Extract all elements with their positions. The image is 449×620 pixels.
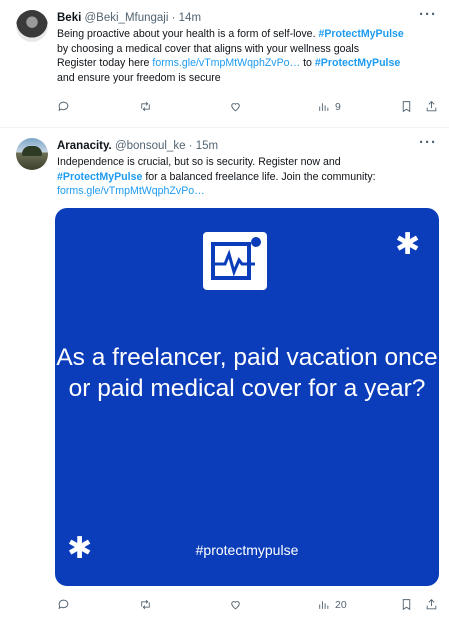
more-dots-icon[interactable]: ··· <box>419 134 437 151</box>
hashtag-link[interactable]: #ProtectMyPulse <box>315 57 400 69</box>
like-button[interactable] <box>229 100 242 113</box>
views-count: 20 <box>335 598 347 611</box>
tweet-text-line: and ensure your freedom is secure <box>57 71 441 86</box>
heart-icon <box>231 103 240 112</box>
views-count: 9 <box>335 100 341 113</box>
tweet-text-line: Register today here forms.gle/vTmpMtWqph… <box>57 56 441 71</box>
avatar[interactable] <box>16 10 48 42</box>
text-segment: Independence is crucial, but so is secur… <box>57 156 341 168</box>
tweet-text: Being proactive about your health is a f… <box>57 27 441 85</box>
more-dots-icon[interactable]: ··· <box>419 6 437 23</box>
tweet-text: Independence is crucial, but so is secur… <box>57 155 441 199</box>
bookmark-icon <box>402 599 411 611</box>
share-button[interactable] <box>425 598 438 611</box>
retweet-icon <box>141 599 150 610</box>
views-button[interactable]: 9 <box>317 100 341 113</box>
heartbeat-icon <box>211 242 255 280</box>
card-headline: As a freelancer, paid vacation once or p… <box>56 344 438 402</box>
bookmark-button[interactable] <box>400 598 413 611</box>
share-icon <box>426 100 437 112</box>
reply-button[interactable] <box>57 100 70 113</box>
bookmark-icon <box>402 101 411 113</box>
asterisk-icon: ✱ <box>395 228 421 261</box>
handle[interactable]: @Beki_Mfungaji <box>85 12 169 24</box>
text-segment: for a balanced freelance life. Join the … <box>142 170 376 183</box>
reply-icon <box>58 101 69 112</box>
tweet[interactable]: Aranacity. @bonsoul_ke · 15m ··· Indepen… <box>0 128 449 620</box>
bookmark-button[interactable] <box>400 100 413 113</box>
url-link[interactable]: forms.gle/vTmpMtWqphZvPo… <box>152 57 300 69</box>
avatar[interactable] <box>16 138 48 170</box>
views-button[interactable]: 20 <box>317 598 347 611</box>
timestamp[interactable]: · 14m <box>172 12 201 24</box>
share-button[interactable] <box>425 100 438 113</box>
display-name[interactable]: Beki <box>57 12 81 24</box>
media-image[interactable]: ✱ As a freelancer, paid vacation once or… <box>55 208 439 586</box>
text-segment: Register today here <box>57 57 153 69</box>
reply-button[interactable] <box>57 598 70 611</box>
display-name[interactable]: Aranacity. <box>57 140 112 152</box>
tweet-text-line: forms.gle/vTmpMtWqphZvPo… <box>57 184 441 199</box>
hashtag-link[interactable]: #ProtectMyPulse <box>318 28 403 40</box>
tweet-header: Beki @Beki_Mfungaji · 14m <box>57 11 201 25</box>
tweet-header: Aranacity. @bonsoul_ke · 15m <box>57 139 218 153</box>
views-icon <box>319 601 329 609</box>
timestamp[interactable]: · 15m <box>189 140 218 152</box>
retweet-button[interactable] <box>139 100 152 113</box>
text-segment: Being proactive about your health is a f… <box>57 28 319 40</box>
share-icon <box>426 598 437 610</box>
tweet[interactable]: Beki @Beki_Mfungaji · 14m ··· Being proa… <box>0 0 449 128</box>
tweet-text-line: Independence is crucial, but so is secur… <box>57 155 441 170</box>
tweet-text-line: by choosing a medical cover that aligns … <box>57 42 441 57</box>
hashtag-link[interactable]: #ProtectMyPulse <box>57 171 142 183</box>
handle[interactable]: @bonsoul_ke <box>115 140 186 152</box>
views-icon <box>319 103 329 111</box>
tweet-text-line: Being proactive about your health is a f… <box>57 27 441 42</box>
url-link[interactable]: forms.gle/vTmpMtWqphZvPo… <box>57 185 205 197</box>
heart-icon <box>231 601 240 610</box>
card-hashtag: #protectmypulse <box>195 542 299 558</box>
retweet-icon <box>141 101 150 112</box>
pulse-logo <box>203 232 267 290</box>
action-bar: 9 <box>57 100 437 118</box>
tweet-text-line: #ProtectMyPulse for a balanced freelance… <box>57 170 441 185</box>
action-bar: 20 <box>57 598 437 616</box>
text-segment: to <box>300 57 315 69</box>
reply-icon <box>58 599 69 610</box>
text-segment: and ensure your freedom is secure <box>57 71 221 84</box>
retweet-button[interactable] <box>139 598 152 611</box>
like-button[interactable] <box>229 598 242 611</box>
text-segment: by choosing a medical cover that aligns … <box>57 42 360 55</box>
